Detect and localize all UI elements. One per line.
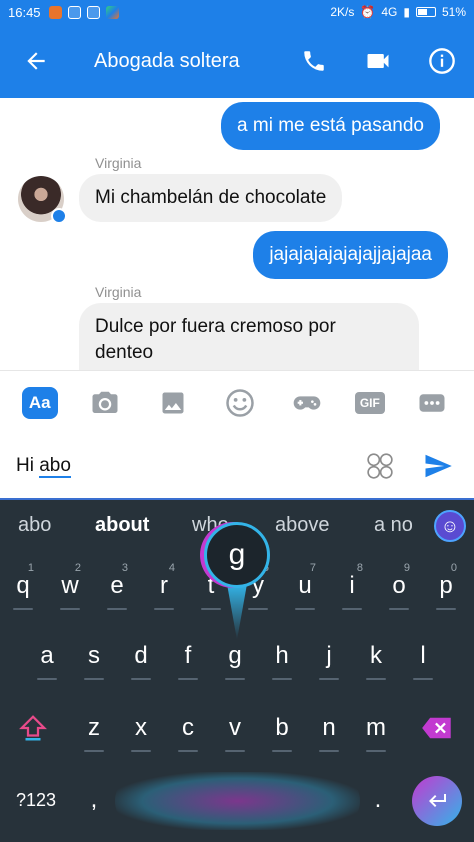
more-button[interactable] <box>412 383 452 423</box>
video-call-button[interactable] <box>346 24 410 98</box>
send-icon <box>425 454 452 478</box>
gallery-button[interactable] <box>153 383 193 423</box>
key-d[interactable]: d <box>118 628 164 684</box>
network-speed: 2K/s <box>330 5 355 19</box>
comma-key[interactable]: , <box>71 772 117 828</box>
app-notification-icon <box>48 5 62 19</box>
composer-toolbar: Aa GIF <box>0 370 474 434</box>
image-icon <box>162 392 184 413</box>
message-line: denteo <box>95 342 154 363</box>
network-type: 4G <box>381 5 398 19</box>
text-format-button[interactable]: Aa <box>21 386 58 419</box>
emoji-button[interactable] <box>220 383 260 423</box>
key-p[interactable]: p0 <box>423 558 469 614</box>
suggestion[interactable]: a no <box>374 514 413 537</box>
alarm-icon: ⏰ <box>360 5 376 19</box>
info-button[interactable] <box>410 24 474 98</box>
key-u[interactable]: u7 <box>282 558 328 614</box>
typed-text: Hi <box>16 455 40 476</box>
sender-name: Virginia <box>95 284 142 300</box>
gamepad-icon <box>294 395 321 410</box>
backspace-key[interactable] <box>414 700 460 756</box>
shift-key[interactable] <box>10 700 56 756</box>
composing-word: abo <box>39 455 71 478</box>
status-time: 16:45 <box>8 4 41 20</box>
status-right: 2K/s ⏰ 4G ▮ 51% <box>330 5 466 19</box>
messenger-badge-icon <box>51 208 67 224</box>
suggestion-primary[interactable]: about <box>95 514 149 537</box>
message-input[interactable]: Hi abo <box>16 455 360 478</box>
key-x[interactable]: x <box>118 700 164 756</box>
key-v[interactable]: v <box>212 700 258 756</box>
gif-button[interactable]: GIF <box>354 391 385 414</box>
voice-call-button[interactable] <box>282 24 346 98</box>
key-preview-popup: g <box>204 522 270 588</box>
message-list[interactable]: a mi me está pasando Virginia Mi chambel… <box>0 98 474 375</box>
conversation-title[interactable]: Abogada soltera <box>72 50 282 73</box>
message-bubble-outgoing[interactable]: jajajajajajajajjajajaa <box>253 231 448 279</box>
key-a[interactable]: a <box>24 628 70 684</box>
message-line: Dulce por fuera cremoso por <box>95 316 336 337</box>
video-camera-icon <box>367 54 389 68</box>
shift-icon <box>19 715 47 741</box>
info-icon <box>429 48 455 74</box>
message-composer: Hi abo <box>0 434 474 498</box>
key-w[interactable]: w2 <box>47 558 93 614</box>
conversation-header: Abogada soltera <box>0 24 474 98</box>
key-l[interactable]: l <box>400 628 446 684</box>
key-e[interactable]: e3 <box>94 558 140 614</box>
key-j[interactable]: j <box>306 628 352 684</box>
key-k[interactable]: k <box>353 628 399 684</box>
sticker-button[interactable] <box>360 446 400 486</box>
send-button[interactable] <box>418 446 458 486</box>
camera-icon <box>92 391 118 413</box>
play-store-icon <box>105 5 119 19</box>
sender-name: Virginia <box>95 155 142 171</box>
key-o[interactable]: o9 <box>376 558 422 614</box>
camera-button[interactable] <box>85 383 125 423</box>
key-s[interactable]: s <box>71 628 117 684</box>
key-q[interactable]: q1 <box>0 558 46 614</box>
enter-icon <box>429 794 446 807</box>
keyboard-emoji-button[interactable]: ☺ <box>434 510 466 542</box>
battery-icon <box>415 7 436 17</box>
message-bubble-outgoing[interactable]: a mi me está pasando <box>221 102 440 150</box>
key-n[interactable]: n <box>306 700 352 756</box>
key-r[interactable]: r4 <box>141 558 187 614</box>
back-button[interactable] <box>0 24 72 98</box>
more-icon <box>419 393 445 412</box>
key-m[interactable]: m <box>353 700 399 756</box>
backspace-icon <box>422 717 451 739</box>
enter-key[interactable] <box>412 776 462 826</box>
phone-icon <box>304 51 324 71</box>
message-bubble-incoming[interactable]: Mi chambelán de chocolate <box>79 174 343 222</box>
status-bar: 16:45 2K/s ⏰ 4G ▮ 51% <box>0 0 474 24</box>
message-bubble-incoming[interactable]: Dulce por fuera cremoso por denteo <box>79 303 419 375</box>
space-bar[interactable] <box>115 772 360 830</box>
emoji-grid-icon <box>367 453 393 479</box>
signal-icon: ▮ <box>403 5 410 19</box>
back-arrow-icon <box>27 52 45 70</box>
suggestion[interactable]: above <box>275 514 330 537</box>
contact-avatar[interactable] <box>18 176 67 224</box>
battery-percent: 51% <box>441 5 466 19</box>
app-notification-icon <box>67 5 81 19</box>
suggestion[interactable]: abo <box>18 514 51 537</box>
key-c[interactable]: c <box>165 700 211 756</box>
symbols-key[interactable]: ?123 <box>10 772 62 828</box>
games-button[interactable] <box>287 383 327 423</box>
period-key[interactable]: . <box>355 772 401 828</box>
key-z[interactable]: z <box>71 700 117 756</box>
key-g[interactable]: g <box>212 628 258 684</box>
key-h[interactable]: h <box>259 628 305 684</box>
key-i[interactable]: i8 <box>329 558 375 614</box>
key-b[interactable]: b <box>259 700 305 756</box>
keyboard: abo about who above a no ☺ q1 w2 e3 r4 t… <box>0 498 474 842</box>
smiley-icon: ☺ <box>440 515 460 536</box>
gallery-notification-icon <box>86 5 100 19</box>
key-f[interactable]: f <box>165 628 211 684</box>
smiley-icon <box>226 388 254 417</box>
